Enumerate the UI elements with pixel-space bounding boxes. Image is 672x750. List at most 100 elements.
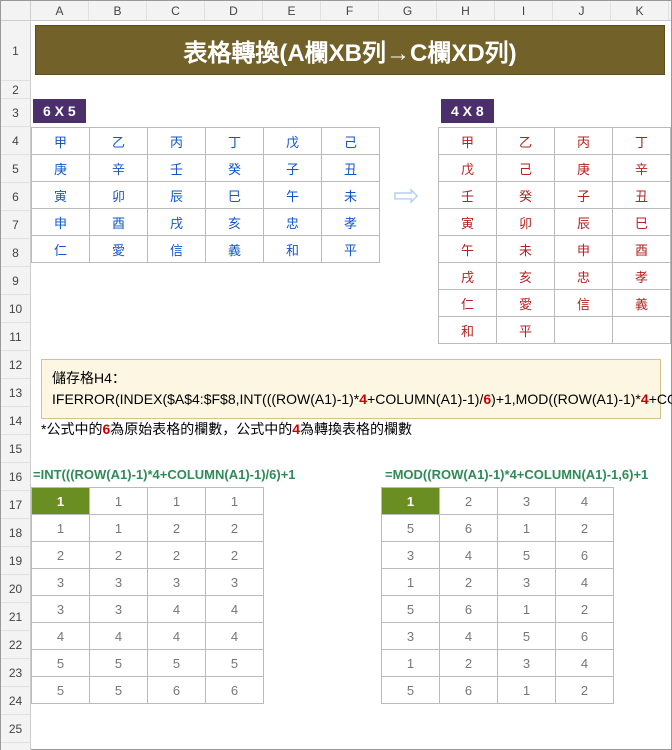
cell[interactable]: 1: [498, 677, 556, 704]
cell[interactable]: 1: [382, 569, 440, 596]
row-3[interactable]: 3: [1, 99, 30, 127]
cell[interactable]: 辛: [613, 155, 671, 182]
cell[interactable]: 1: [498, 515, 556, 542]
cell[interactable]: 3: [90, 569, 148, 596]
cell[interactable]: 2: [556, 677, 614, 704]
cell[interactable]: 未: [497, 236, 555, 263]
row-5[interactable]: 5: [1, 155, 30, 183]
row-25[interactable]: 25: [1, 715, 30, 743]
cell[interactable]: [613, 317, 671, 344]
cell[interactable]: 壬: [148, 155, 206, 182]
cell[interactable]: 3: [90, 596, 148, 623]
cell[interactable]: 5: [382, 515, 440, 542]
cell[interactable]: 1: [206, 488, 264, 515]
row-16[interactable]: 16: [1, 463, 30, 491]
col-C[interactable]: C: [147, 1, 205, 20]
row-22[interactable]: 22: [1, 631, 30, 659]
cell[interactable]: 4: [440, 542, 498, 569]
cell[interactable]: 1: [148, 488, 206, 515]
cell[interactable]: 5: [498, 623, 556, 650]
cell[interactable]: 3: [32, 569, 90, 596]
cell[interactable]: 丙: [148, 128, 206, 155]
cell[interactable]: 5: [90, 677, 148, 704]
cell[interactable]: 子: [555, 182, 613, 209]
row-24[interactable]: 24: [1, 687, 30, 715]
cell[interactable]: 午: [264, 182, 322, 209]
cell[interactable]: 4: [90, 623, 148, 650]
cell[interactable]: 申: [555, 236, 613, 263]
cell[interactable]: 平: [497, 317, 555, 344]
row-20[interactable]: 20: [1, 575, 30, 603]
cell[interactable]: 5: [498, 542, 556, 569]
cell[interactable]: 信: [555, 290, 613, 317]
cell[interactable]: 5: [382, 677, 440, 704]
row-21[interactable]: 21: [1, 603, 30, 631]
cell[interactable]: 甲: [32, 128, 90, 155]
cell[interactable]: 4: [440, 623, 498, 650]
col-J[interactable]: J: [553, 1, 611, 20]
cell[interactable]: 酉: [90, 209, 148, 236]
cell[interactable]: 和: [439, 317, 497, 344]
cell[interactable]: 4: [556, 569, 614, 596]
row-2[interactable]: 2: [1, 81, 30, 99]
cell[interactable]: 5: [32, 677, 90, 704]
row-23[interactable]: 23: [1, 659, 30, 687]
row-13[interactable]: 13: [1, 379, 30, 407]
cell[interactable]: 乙: [90, 128, 148, 155]
col-B[interactable]: B: [89, 1, 147, 20]
cell[interactable]: 1: [32, 515, 90, 542]
cell[interactable]: 2: [206, 542, 264, 569]
cell[interactable]: 5: [90, 650, 148, 677]
cell[interactable]: 孝: [322, 209, 380, 236]
cell-area[interactable]: 表格轉換(A欄XB列→C欄XD列) 6 X 5 4 X 8 ⇨ 甲乙丙丁戊己庚辛…: [31, 21, 671, 750]
cell[interactable]: 仁: [439, 290, 497, 317]
cell[interactable]: 4: [556, 488, 614, 515]
cell[interactable]: 丙: [555, 128, 613, 155]
cell[interactable]: 2: [440, 569, 498, 596]
cell[interactable]: 寅: [439, 209, 497, 236]
row-10[interactable]: 10: [1, 295, 30, 323]
cell[interactable]: 6: [148, 677, 206, 704]
cell[interactable]: 3: [498, 488, 556, 515]
row-6[interactable]: 6: [1, 183, 30, 211]
row-15[interactable]: 15: [1, 435, 30, 463]
cell[interactable]: 卯: [497, 209, 555, 236]
cell[interactable]: 乙: [497, 128, 555, 155]
cell[interactable]: 3: [148, 569, 206, 596]
row-19[interactable]: 19: [1, 547, 30, 575]
cell[interactable]: 3: [498, 569, 556, 596]
cell[interactable]: 1: [32, 488, 90, 515]
cell[interactable]: 仁: [32, 236, 90, 263]
select-all-corner[interactable]: [1, 1, 31, 20]
cell[interactable]: 午: [439, 236, 497, 263]
cell[interactable]: 酉: [613, 236, 671, 263]
cell[interactable]: 甲: [439, 128, 497, 155]
cell[interactable]: 丁: [206, 128, 264, 155]
row-4[interactable]: 4: [1, 127, 30, 155]
cell[interactable]: 信: [148, 236, 206, 263]
row-7[interactable]: 7: [1, 211, 30, 239]
row-11[interactable]: 11: [1, 323, 30, 351]
cell[interactable]: 4: [148, 623, 206, 650]
cell[interactable]: 3: [32, 596, 90, 623]
cell[interactable]: 庚: [32, 155, 90, 182]
cell[interactable]: 辰: [555, 209, 613, 236]
col-I[interactable]: I: [495, 1, 553, 20]
cell[interactable]: 癸: [497, 182, 555, 209]
cell[interactable]: 6: [440, 596, 498, 623]
row-1[interactable]: 1: [1, 21, 30, 81]
row-12[interactable]: 12: [1, 351, 30, 379]
row-9[interactable]: 9: [1, 267, 30, 295]
row-17[interactable]: 17: [1, 491, 30, 519]
cell[interactable]: 4: [206, 623, 264, 650]
cell[interactable]: 庚: [555, 155, 613, 182]
cell[interactable]: 未: [322, 182, 380, 209]
cell[interactable]: 義: [613, 290, 671, 317]
cell[interactable]: 壬: [439, 182, 497, 209]
cell[interactable]: 巳: [206, 182, 264, 209]
cell[interactable]: 丑: [322, 155, 380, 182]
cell[interactable]: 6: [206, 677, 264, 704]
cell[interactable]: [555, 317, 613, 344]
cell[interactable]: 寅: [32, 182, 90, 209]
cell[interactable]: 3: [382, 542, 440, 569]
